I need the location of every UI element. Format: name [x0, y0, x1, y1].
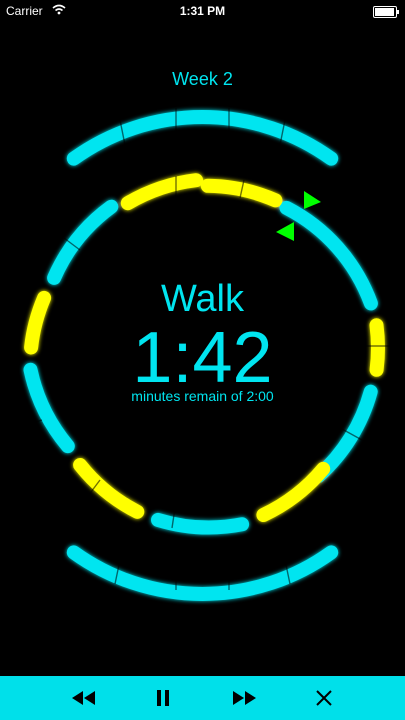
- close-icon: [315, 689, 333, 707]
- rewind-button[interactable]: [69, 684, 99, 712]
- rewind-icon: [71, 690, 97, 706]
- pause-icon: [155, 689, 171, 707]
- close-button[interactable]: [309, 684, 339, 712]
- walk-segment: [151, 512, 250, 535]
- week-progress-arc-bottom: [66, 545, 339, 601]
- remaining-caption: minutes remain of 2:00: [131, 388, 274, 404]
- run-segment: [256, 461, 331, 522]
- playback-toolbar: [0, 676, 405, 720]
- fast-forward-icon: [231, 690, 257, 706]
- run-segment: [120, 173, 204, 211]
- pause-button[interactable]: [148, 684, 178, 712]
- week-progress-arc-top: [66, 110, 339, 166]
- run-segment: [73, 458, 145, 519]
- interval-mode-label: Walk: [160, 278, 245, 320]
- fast-forward-button[interactable]: [229, 684, 259, 712]
- walk-segment: [47, 199, 119, 285]
- countdown-time: 1:42: [132, 318, 273, 398]
